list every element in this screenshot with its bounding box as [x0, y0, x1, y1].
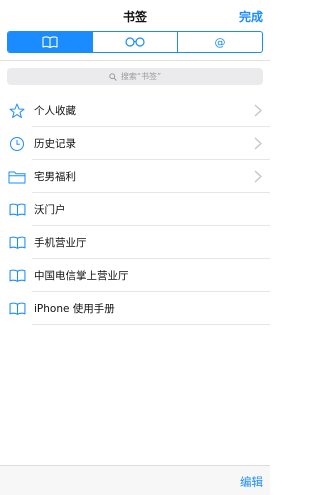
- list-item-label: 手机营业厅: [34, 237, 87, 249]
- list-item-label: 历史记录: [34, 138, 76, 150]
- list-item-folder[interactable]: 宅男福利: [0, 160, 270, 193]
- glasses-icon: [125, 37, 145, 47]
- navigation-bar: 书签 完成: [0, 0, 270, 30]
- list-item-bookmark[interactable]: 手机营业厅: [0, 226, 270, 259]
- tab-reading-list[interactable]: [92, 32, 177, 52]
- at-icon: @: [215, 36, 226, 48]
- search-placeholder: 搜索“书签”: [120, 72, 162, 81]
- search-field[interactable]: 搜索“书签”: [7, 68, 263, 85]
- list-item-label: 沃门户: [34, 204, 66, 216]
- book-icon: [8, 267, 26, 284]
- list-item-label: iPhone 使用手册: [34, 303, 115, 315]
- book-icon: [42, 36, 58, 48]
- bottom-toolbar: 编辑: [0, 465, 270, 495]
- page-title: 书签: [122, 10, 147, 24]
- svg-text:@: @: [215, 36, 226, 48]
- list-item-bookmark[interactable]: iPhone 使用手册: [0, 292, 270, 325]
- chevron-right-icon: [254, 170, 262, 183]
- book-icon: [8, 201, 26, 218]
- bookmark-list: 个人收藏 历史记录 宅男福利 沃门户 手机营业厅 中国电信掌上营业厅 iPhon…: [0, 94, 270, 325]
- done-button[interactable]: 完成: [239, 8, 263, 25]
- list-item-label: 中国电信掌上营业厅: [34, 270, 129, 282]
- folder-icon: [8, 168, 26, 185]
- chevron-right-icon: [254, 104, 262, 117]
- list-item-favorites[interactable]: 个人收藏: [0, 94, 270, 127]
- list-item-bookmark[interactable]: 中国电信掌上营业厅: [0, 259, 270, 292]
- star-icon: [8, 102, 26, 119]
- search-icon: [109, 72, 117, 81]
- tab-bookmarks[interactable]: [8, 32, 92, 52]
- bookmark-segmented-control: @: [7, 31, 263, 53]
- clock-icon: [8, 135, 26, 152]
- book-icon: [8, 300, 26, 317]
- list-item-label: 个人收藏: [34, 105, 76, 117]
- list-item-bookmark[interactable]: 沃门户: [0, 193, 270, 226]
- tab-shared-links[interactable]: @: [177, 32, 262, 52]
- book-icon: [8, 234, 26, 251]
- chevron-right-icon: [254, 137, 262, 150]
- list-item-history[interactable]: 历史记录: [0, 127, 270, 160]
- divider: [0, 60, 270, 61]
- edit-button[interactable]: 编辑: [240, 474, 263, 490]
- list-item-label: 宅男福利: [34, 171, 76, 183]
